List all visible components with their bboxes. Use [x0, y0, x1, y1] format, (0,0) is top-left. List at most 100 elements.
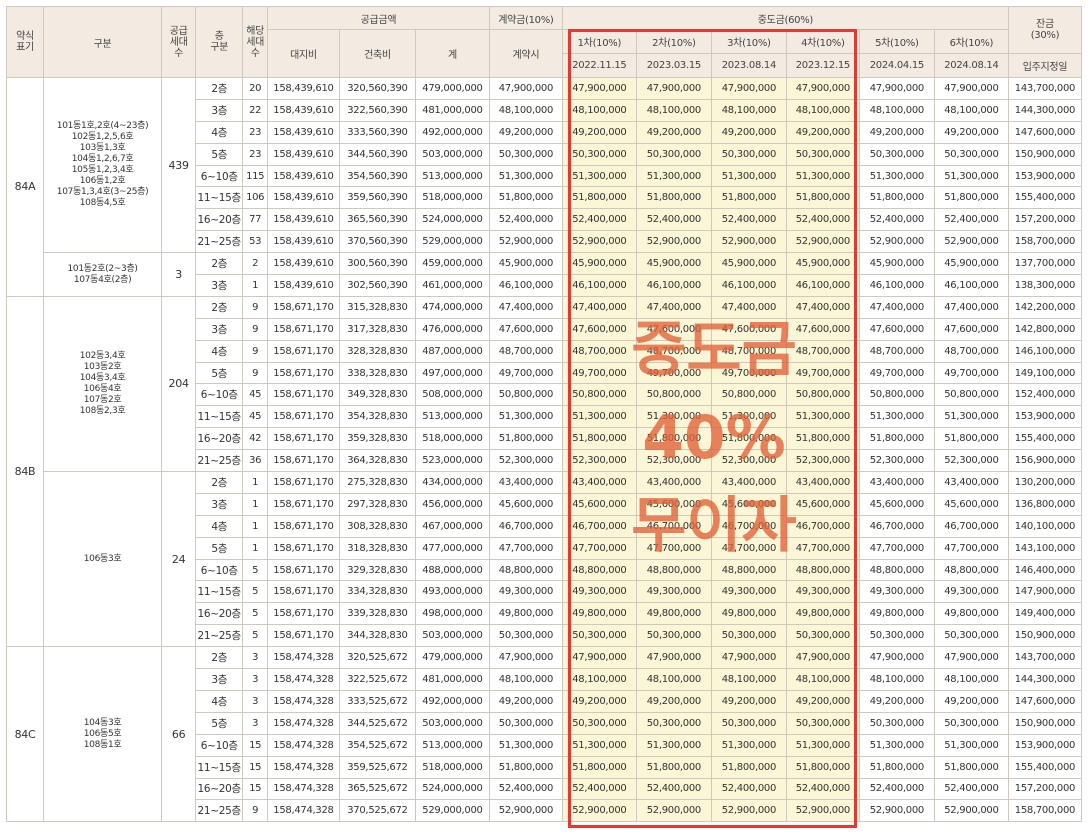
installment-6-cell: 52,400,000 [933, 208, 1009, 232]
installment-1-cell: 50,800,000 [561, 383, 637, 407]
installment-5-cell: 52,900,000 [858, 230, 935, 254]
units-cell: 77 [242, 208, 268, 232]
header-installment-1: 1차(10%) [561, 29, 637, 54]
units-cell: 45 [242, 383, 268, 407]
installment-2-cell: 48,100,000 [635, 668, 712, 691]
installment-5-cell: 51,800,000 [858, 186, 935, 210]
header-middle: 중도금(60%) [561, 6, 1009, 30]
total-price-cell: 529,000,000 [414, 799, 490, 823]
installment-3-cell: 49,800,000 [710, 602, 787, 626]
installment-2-cell: 49,700,000 [635, 361, 712, 385]
balance-cell: 136,800,000 [1007, 492, 1083, 516]
installment-1-cell: 52,400,000 [561, 208, 637, 232]
installment-1-cell: 52,400,000 [561, 777, 637, 801]
land-price-cell: 158,671,170 [266, 471, 340, 494]
header-installment-5: 5차(10%) [858, 29, 935, 54]
balance-cell: 143,700,000 [1007, 646, 1083, 670]
floor-cell: 4층 [195, 120, 244, 144]
installment-4-cell: 51,300,000 [785, 733, 860, 757]
build-price-cell: 344,328,830 [338, 624, 416, 648]
total-price-cell: 479,000,000 [414, 646, 490, 670]
build-price-cell: 344,560,390 [338, 142, 416, 166]
units-cell: 115 [242, 164, 268, 188]
installment-6-cell: 51,300,000 [933, 733, 1009, 757]
deposit-cell: 48,800,000 [488, 558, 563, 582]
installment-6-cell: 50,300,000 [933, 142, 1009, 166]
deposit-cell: 47,900,000 [488, 77, 563, 100]
deposit-cell: 50,300,000 [488, 711, 563, 735]
installment-3-cell: 46,700,000 [710, 514, 787, 538]
deposit-cell: 52,300,000 [488, 449, 563, 473]
floor-cell: 3층 [195, 98, 244, 122]
installment-5-cell: 51,800,000 [858, 427, 935, 451]
header-date-3: 2023.08.14 [710, 53, 787, 78]
floor-cell: 11~15층 [195, 580, 244, 604]
units-cell: 15 [242, 755, 268, 779]
floor-cell: 16~20층 [195, 427, 244, 451]
installment-1-cell: 46,700,000 [561, 514, 637, 538]
deposit-cell: 48,100,000 [488, 668, 563, 691]
installment-2-cell: 47,400,000 [635, 295, 712, 319]
total-price-cell: 518,000,000 [414, 427, 490, 451]
installment-1-cell: 47,900,000 [561, 77, 637, 100]
deposit-cell: 50,300,000 [488, 624, 563, 648]
total-price-cell: 503,000,000 [414, 142, 490, 166]
floor-cell: 21~25층 [195, 230, 244, 254]
deposit-cell: 46,100,000 [488, 274, 563, 297]
deposit-cell: 51,300,000 [488, 405, 563, 429]
table-body: 84A 101동1호,2호(4~23층) 102동1,2,5,6호 103동1,3… [6, 76, 1083, 823]
header-supply: 공급 세대 수 [161, 6, 197, 78]
supply-count-cell: 439 [161, 76, 197, 254]
installment-1-cell: 48,800,000 [561, 558, 637, 582]
balance-cell: 147,600,000 [1007, 689, 1083, 713]
installment-5-cell: 48,800,000 [858, 558, 935, 582]
installment-6-cell: 47,600,000 [933, 317, 1009, 341]
installment-1-cell: 50,300,000 [561, 624, 637, 648]
units-cell: 23 [242, 120, 268, 144]
installment-6-cell: 49,800,000 [933, 602, 1009, 626]
total-price-cell: 459,000,000 [414, 252, 490, 276]
installment-2-cell: 45,600,000 [635, 492, 712, 516]
installment-4-cell: 51,800,000 [785, 755, 860, 779]
build-price-cell: 365,525,672 [338, 777, 416, 801]
installment-3-cell: 45,900,000 [710, 252, 787, 276]
installment-4-cell: 45,600,000 [785, 492, 860, 516]
build-price-cell: 333,525,672 [338, 689, 416, 713]
balance-cell: 150,900,000 [1007, 624, 1083, 648]
build-price-cell: 329,328,830 [338, 558, 416, 582]
land-price-cell: 158,671,170 [266, 339, 340, 363]
units-cell: 9 [242, 799, 268, 823]
floor-cell: 4층 [195, 339, 244, 363]
installment-4-cell: 43,400,000 [785, 471, 860, 494]
header-installment-6: 6차(10%) [933, 29, 1009, 54]
installment-1-cell: 50,300,000 [561, 711, 637, 735]
deposit-cell: 49,300,000 [488, 580, 563, 604]
build-price-cell: 328,328,830 [338, 339, 416, 363]
build-price-cell: 302,560,390 [338, 274, 416, 297]
total-price-cell: 434,000,000 [414, 471, 490, 494]
total-price-cell: 493,000,000 [414, 580, 490, 604]
floor-cell: 2층 [195, 646, 244, 670]
balance-cell: 156,900,000 [1007, 449, 1083, 473]
table-row: 106동3호 24 2층 1 158,671,170 275,328,830 434,000… [7, 471, 1083, 648]
installment-4-cell: 51,800,000 [785, 427, 860, 451]
deposit-cell: 47,400,000 [488, 295, 563, 319]
installment-5-cell: 46,700,000 [858, 514, 935, 538]
installment-4-cell: 50,300,000 [785, 624, 860, 648]
installment-2-cell: 45,900,000 [635, 252, 712, 276]
balance-cell: 140,100,000 [1007, 514, 1083, 538]
supply-count-cell: 24 [161, 471, 197, 648]
build-price-cell: 334,328,830 [338, 580, 416, 604]
installment-2-cell: 47,600,000 [635, 317, 712, 341]
installment-3-cell: 47,900,000 [710, 77, 787, 100]
units-cell: 2 [242, 252, 268, 276]
installment-3-cell: 48,100,000 [710, 668, 787, 691]
total-price-cell: 492,000,000 [414, 120, 490, 144]
units-cell: 3 [242, 689, 268, 713]
table-header: 약식 표기 구분 공급 세대 수 층 구분 해당 세대 수 공급금액 계약금(1… [6, 6, 1083, 78]
header-units: 해당 세대 수 [242, 6, 268, 78]
floor-cell: 21~25층 [195, 799, 244, 823]
balance-cell: 146,100,000 [1007, 339, 1083, 363]
header-price: 공급금액 [266, 6, 490, 30]
installment-3-cell: 47,700,000 [710, 536, 787, 560]
